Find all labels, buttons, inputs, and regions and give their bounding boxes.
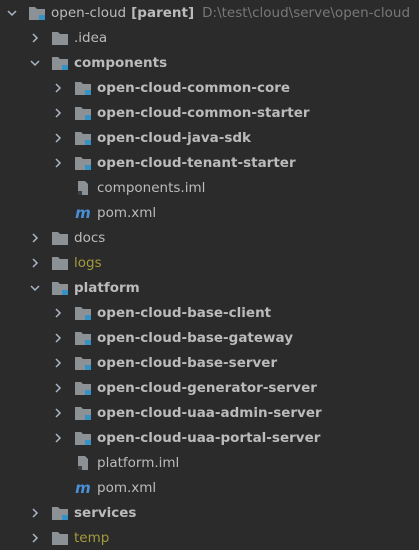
tree-item[interactable]: open-cloud-java-sdk (0, 125, 419, 150)
tree-item[interactable]: open-cloud-uaa-portal-server (0, 425, 419, 450)
module-folder-icon (74, 80, 92, 96)
tree-item[interactable]: open-cloud-base-gateway (0, 325, 419, 350)
tree-root-open-cloud[interactable]: open-cloud [parent] D:\test\cloud\serve\… (0, 0, 419, 25)
tree-item-label: open-cloud-tenant-starter (97, 154, 296, 171)
tree-item-label: components.iml (97, 179, 206, 196)
tree-item[interactable]: open-cloud-base-client (0, 300, 419, 325)
tree-item-label: services (74, 504, 137, 521)
project-name: open-cloud (51, 4, 127, 21)
chevron-right-icon[interactable] (52, 407, 64, 419)
tree-item-label: open-cloud-common-core (97, 79, 291, 96)
tree-item-label: logs (74, 254, 102, 271)
module-folder-icon (74, 155, 92, 171)
tree-item-label: temp (74, 529, 110, 546)
chevron-right-icon[interactable] (52, 132, 64, 144)
module-folder-icon (74, 305, 92, 321)
chevron-right-icon[interactable] (52, 307, 64, 319)
tree-item[interactable]: open-cloud-common-core (0, 75, 419, 100)
tree-item-label: open-cloud-generator-server (97, 379, 317, 396)
module-folder-icon (74, 330, 92, 346)
folder-icon (51, 530, 69, 546)
module-folder-icon (51, 55, 69, 71)
project-tag: [parent] (131, 4, 195, 21)
module-folder-icon (74, 355, 92, 371)
tree-item-label: open-cloud-uaa-portal-server (97, 429, 321, 446)
module-folder-icon (51, 505, 69, 521)
tree-item-label: pom.xml (97, 204, 157, 221)
chevron-right-icon[interactable] (52, 332, 64, 344)
tree-item[interactable]: open-cloud-generator-server (0, 375, 419, 400)
tree-item-label: open-cloud-common-starter (97, 104, 310, 121)
tree-item[interactable]: open-cloud-common-starter (0, 100, 419, 125)
chevron-down-icon[interactable] (29, 57, 41, 69)
tree-item[interactable]: components (0, 50, 419, 75)
module-folder-icon (74, 130, 92, 146)
chevron-right-icon[interactable] (52, 157, 64, 169)
chevron-down-icon[interactable] (6, 7, 18, 19)
iml-file-icon (74, 455, 92, 471)
folder-icon (51, 30, 69, 46)
tree-item[interactable]: m pom.xml (0, 200, 419, 225)
tree-item[interactable]: open-cloud-uaa-admin-server (0, 400, 419, 425)
tree-item-label: components (74, 54, 168, 71)
folder-icon (51, 255, 69, 271)
tree-item[interactable]: services (0, 500, 419, 525)
module-folder-icon (74, 405, 92, 421)
tree-item[interactable]: temp (0, 525, 419, 550)
tree-item-label: .idea (74, 29, 108, 46)
module-folder-icon (74, 380, 92, 396)
chevron-down-icon[interactable] (29, 282, 41, 294)
tree-item-label: platform.iml (97, 454, 180, 471)
tree-item[interactable]: open-cloud-tenant-starter (0, 150, 419, 175)
tree-item-label: docs (74, 229, 106, 246)
chevron-right-icon[interactable] (52, 432, 64, 444)
iml-file-icon (74, 180, 92, 196)
tree-item-label: open-cloud-java-sdk (97, 129, 252, 146)
tree-item[interactable]: platform (0, 275, 419, 300)
project-tree: open-cloud [parent] D:\test\cloud\serve\… (0, 0, 419, 547)
module-folder-icon (28, 5, 46, 21)
chevron-right-icon[interactable] (52, 382, 64, 394)
tree-item[interactable]: .idea (0, 25, 419, 50)
chevron-right-icon[interactable] (29, 532, 41, 544)
tree-item-label: open-cloud-base-client (97, 304, 272, 321)
tree-item[interactable]: docs (0, 225, 419, 250)
folder-icon (51, 230, 69, 246)
chevron-right-icon[interactable] (52, 357, 64, 369)
tree-item[interactable]: components.iml (0, 175, 419, 200)
module-folder-icon (74, 105, 92, 121)
chevron-right-icon[interactable] (52, 107, 64, 119)
tree-item[interactable]: open-cloud-base-server (0, 350, 419, 375)
chevron-right-icon[interactable] (29, 507, 41, 519)
tree-item[interactable]: m pom.xml (0, 475, 419, 500)
chevron-right-icon[interactable] (52, 82, 64, 94)
project-path: D:\test\cloud\serve\open-cloud (202, 4, 411, 21)
tree-item-label: open-cloud-base-gateway (97, 329, 294, 346)
chevron-right-icon[interactable] (29, 257, 41, 269)
tree-item-label: platform (74, 279, 140, 296)
tree-item-label: open-cloud-uaa-admin-server (97, 404, 322, 421)
maven-icon: m (75, 478, 91, 497)
chevron-right-icon[interactable] (29, 32, 41, 44)
maven-icon: m (75, 203, 91, 222)
tree-item-label: pom.xml (97, 479, 157, 496)
tree-item[interactable]: platform.iml (0, 450, 419, 475)
chevron-right-icon[interactable] (29, 232, 41, 244)
module-folder-icon (74, 430, 92, 446)
module-folder-icon (51, 280, 69, 296)
tree-item[interactable]: logs (0, 250, 419, 275)
tree-item-label: open-cloud-base-server (97, 354, 278, 371)
